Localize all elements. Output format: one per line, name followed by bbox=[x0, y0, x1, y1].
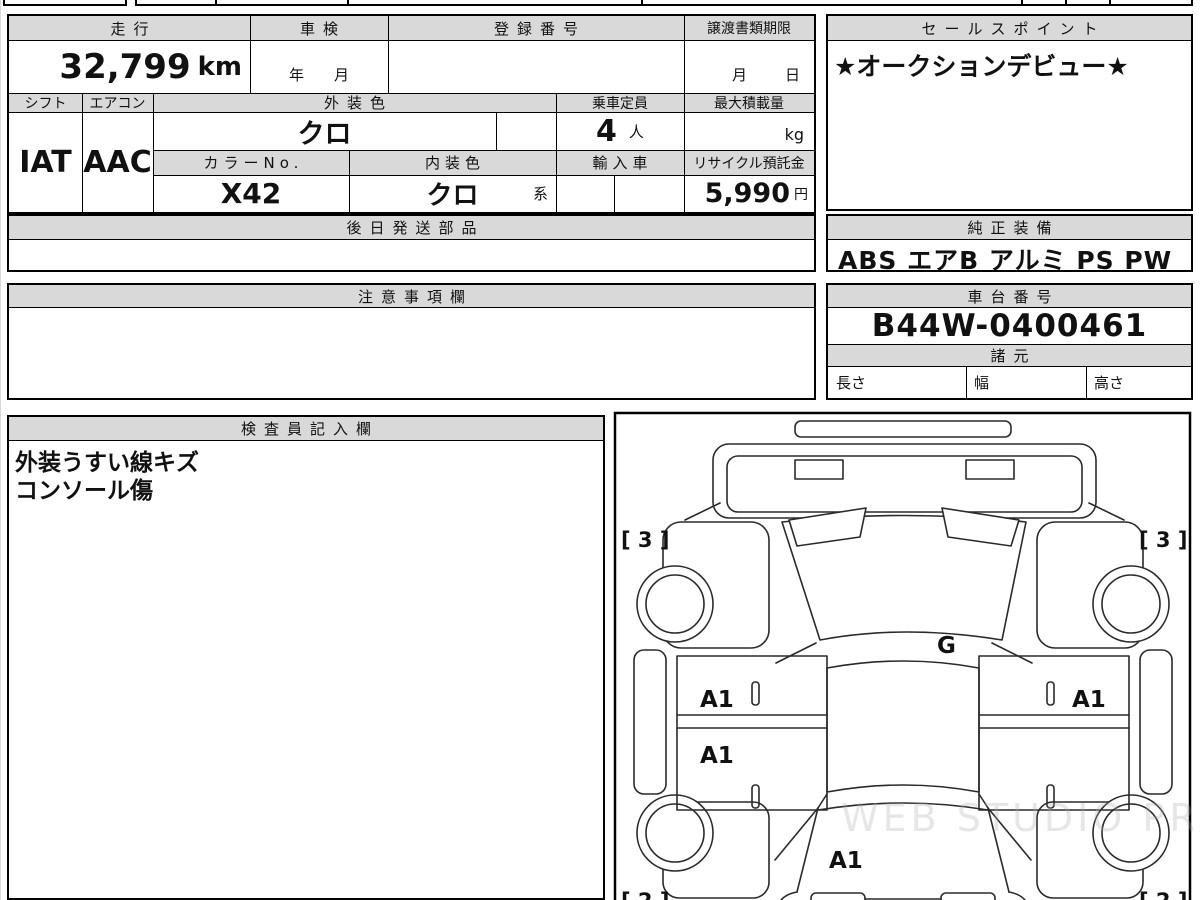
interior-color-value: クロ 系 bbox=[426, 181, 548, 211]
corner-marker-front-right: [ 3 ] bbox=[1139, 528, 1187, 552]
corner-marker-front-left: [ 3 ] bbox=[621, 528, 669, 552]
sales-point-text: ★オークションデビュー★ bbox=[834, 52, 1129, 81]
corner-marker-rear-left: [ 2 ] bbox=[621, 889, 669, 900]
caution-content bbox=[9, 307, 814, 398]
shaken-header: 車検 bbox=[299, 19, 346, 38]
spec-width-label: 幅 bbox=[974, 373, 990, 392]
specs-header: 諸元 bbox=[990, 347, 1037, 365]
grille-left bbox=[794, 459, 844, 480]
equipment-text: ABS エアB アルミ PS PW bbox=[838, 246, 1173, 275]
import-car-header: 輸入車 bbox=[592, 154, 653, 172]
shift-value: IAT bbox=[19, 144, 72, 180]
wheel-front-right bbox=[1092, 565, 1170, 643]
auction-sheet: 走行 車検 登録番号 譲渡書類期限 32,799 km 年 月 月 日 シフト … bbox=[0, 0, 1200, 900]
color-no-header: カラーNo. bbox=[203, 154, 304, 172]
watermark: WEB STUDIO PRO bbox=[841, 796, 1193, 840]
wheel-rear-left bbox=[636, 794, 714, 872]
later-parts-content bbox=[9, 239, 814, 270]
recycle-deposit-header: リサイクル預託金 bbox=[693, 155, 805, 172]
table-edge-tick bbox=[125, 0, 127, 5]
registration-header: 登録番号 bbox=[493, 19, 586, 38]
table-edge-tick bbox=[1065, 0, 1067, 5]
rear-bumper-step-right bbox=[940, 892, 996, 900]
table-edge-tick bbox=[1109, 0, 1111, 5]
chassis-value: B44W-0400461 bbox=[871, 307, 1148, 344]
inspector-box: 検査員記入欄 外装うすい線キズ コンソール傷 bbox=[7, 415, 605, 900]
later-parts-box: 後日発送部品 bbox=[7, 214, 816, 272]
shaken-value: 年 月 bbox=[288, 66, 350, 84]
registration-value bbox=[388, 40, 684, 93]
transfer-deadline-value: 月 日 bbox=[731, 66, 800, 84]
import-car-value bbox=[556, 175, 684, 212]
door-front-right-damage-label: A1 bbox=[1072, 687, 1106, 713]
table-edge-tick bbox=[1021, 0, 1023, 5]
table-edge-tick bbox=[3, 0, 5, 5]
inspector-header: 検査員記入欄 bbox=[240, 420, 379, 438]
table-edge-tick bbox=[1191, 0, 1193, 5]
color-no-value: X42 bbox=[220, 177, 282, 210]
sales-point-header: セールスポイント bbox=[921, 19, 1106, 38]
spec-height-label: 高さ bbox=[1094, 373, 1125, 392]
max-load-value: kg bbox=[784, 125, 804, 144]
grille-right bbox=[965, 459, 1015, 480]
corner-marker-rear-right: [ 2 ] bbox=[1139, 889, 1187, 900]
equipment-header: 純正装備 bbox=[967, 219, 1060, 237]
chassis-box: 車台番号 B44W-0400461 諸元 長さ 幅 高さ bbox=[826, 283, 1193, 400]
car-damage-diagram: WEB STUDIO PRO [ 3 ] [ 3 ] [ 2 ] [ 2 ] G… bbox=[613, 411, 1193, 900]
table-edge-tick bbox=[215, 0, 217, 5]
vehicle-data-table: 走行 車検 登録番号 譲渡書類期限 32,799 km 年 月 月 日 シフト … bbox=[7, 14, 816, 214]
wheel-front-left bbox=[636, 565, 714, 643]
inspector-note-line: コンソール傷 bbox=[15, 478, 153, 504]
exterior-color-value: クロ bbox=[297, 118, 352, 150]
door-rear-left-damage-label: A1 bbox=[700, 743, 734, 769]
max-load-header: 最大積載量 bbox=[714, 95, 784, 112]
interior-color-header: 内装色 bbox=[424, 154, 485, 172]
caution-box: 注意事項欄 bbox=[7, 283, 816, 400]
aircon-value: AAC bbox=[83, 144, 152, 180]
spec-length-label: 長さ bbox=[836, 373, 867, 392]
shift-header: シフト bbox=[24, 95, 67, 112]
table-edge-tick bbox=[641, 0, 643, 5]
glass-damage-label: G bbox=[937, 633, 956, 659]
capacity-header: 乗車定員 bbox=[592, 95, 648, 112]
door-front-left-damage-label: A1 bbox=[700, 687, 734, 713]
rear-gate-damage-label: A1 bbox=[829, 848, 863, 874]
table-edge-tick bbox=[347, 0, 349, 5]
aircon-header: エアコン bbox=[89, 95, 146, 112]
mileage-value: 32,799 km bbox=[59, 46, 242, 87]
mileage-header: 走行 bbox=[110, 19, 157, 38]
rear-bumper-step-left bbox=[810, 892, 866, 900]
exterior-color-header: 外装色 bbox=[323, 94, 393, 112]
recycle-deposit-value: 5,990 円 bbox=[704, 178, 808, 209]
chassis-header: 車台番号 bbox=[967, 287, 1060, 306]
caution-header: 注意事項欄 bbox=[357, 287, 473, 306]
transfer-deadline-header: 譲渡書類期限 bbox=[707, 21, 791, 37]
capacity-value: 4 人 bbox=[596, 113, 644, 149]
sales-point-box: セールスポイント ★オークションデビュー★ bbox=[826, 14, 1193, 211]
equipment-box: 純正装備 ABS エアB アルミ PS PW bbox=[826, 214, 1193, 275]
later-parts-header: 後日発送部品 bbox=[346, 219, 485, 237]
table-edge-tick bbox=[135, 0, 137, 5]
